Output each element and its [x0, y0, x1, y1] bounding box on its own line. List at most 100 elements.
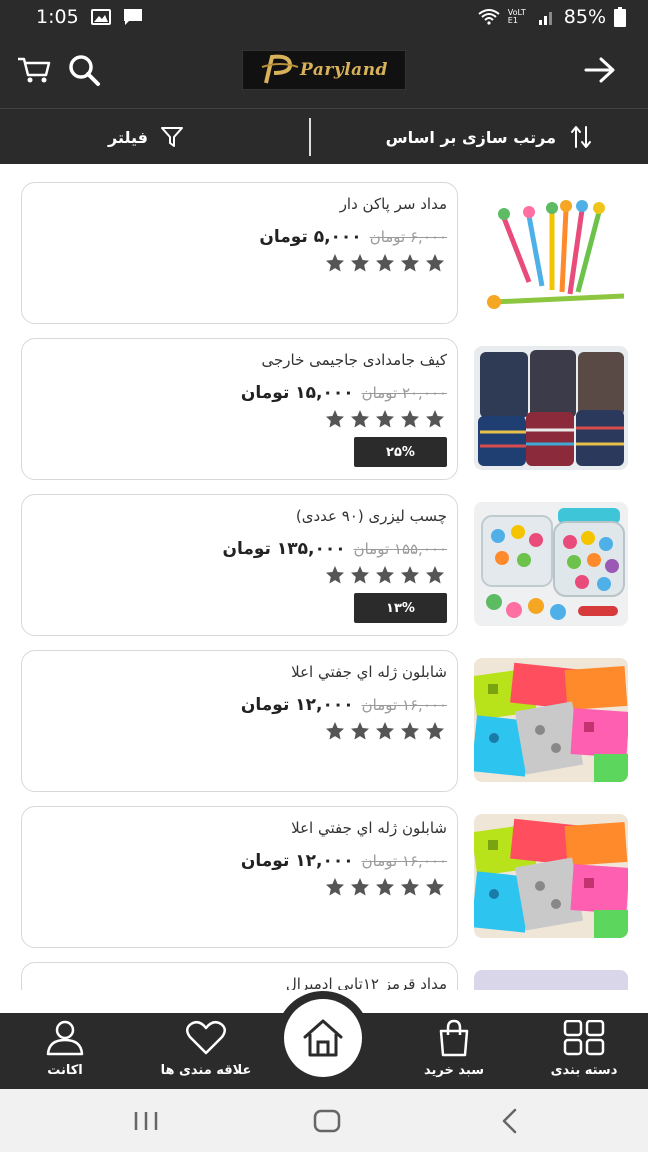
- product-card[interactable]: کیف جامدادی جاجیمی خارجی ۲۰,۰۰۰ تومان ۱۵…: [21, 338, 458, 480]
- star-icon: [351, 566, 369, 584]
- nav-favorites[interactable]: علاقه مندی ها: [141, 1013, 271, 1089]
- product-item[interactable]: چسب لیزری (۹۰ عددی) ۱۵۵,۰۰۰ تومان ۱۳۵,۰۰…: [0, 494, 648, 636]
- product-item[interactable]: مداد قرمز ۱۲تایی ادمیرال: [0, 962, 648, 990]
- logo-text: Paryland: [300, 60, 388, 80]
- status-left: 1:05: [36, 6, 143, 28]
- nav-account[interactable]: اکانت: [0, 1013, 130, 1089]
- price-line: ۲۰,۰۰۰ تومان ۱۵,۰۰۰ تومان: [241, 383, 447, 403]
- battery-level: 85%: [563, 6, 606, 28]
- old-price: ۶,۰۰۰ تومان: [369, 228, 447, 246]
- price: ۱۲,۰۰۰ تومان: [240, 851, 354, 871]
- status-right: VoLTE1 85%: [478, 6, 626, 28]
- price: ۱۵,۰۰۰ تومان: [240, 383, 354, 403]
- product-card[interactable]: شابلون ژله اي جفتي اعلا ۱۶,۰۰۰ تومان ۱۲,…: [21, 806, 458, 948]
- arrow-right-icon: [584, 57, 615, 83]
- sort-icon: [571, 126, 591, 148]
- product-item[interactable]: مداد سر پاکن دار ۶,۰۰۰ تومان ۵,۰۰۰ تومان: [0, 182, 648, 324]
- price-line: ۱۶,۰۰۰ تومان ۱۲,۰۰۰ تومان: [241, 695, 447, 715]
- star-icon: [351, 254, 369, 272]
- message-icon: [123, 8, 143, 26]
- old-price: ۲۰,۰۰۰ تومان: [361, 384, 447, 402]
- price: ۱۲,۰۰۰ تومان: [240, 695, 354, 715]
- star-icon: [426, 722, 444, 740]
- product-card[interactable]: شابلون ژله اي جفتي اعلا ۱۶,۰۰۰ تومان ۱۲,…: [21, 650, 458, 792]
- system-home-button[interactable]: [311, 1107, 343, 1135]
- nav-categories-label: دسته بندی: [550, 1063, 618, 1078]
- star-icon: [351, 410, 369, 428]
- star-icon: [376, 722, 394, 740]
- product-image[interactable]: [474, 346, 628, 470]
- price-line: ۱۶,۰۰۰ تومان ۱۲,۰۰۰ تومان: [241, 851, 447, 871]
- product-image[interactable]: [474, 970, 628, 990]
- product-image[interactable]: [474, 502, 628, 626]
- home-icon: [303, 1019, 343, 1057]
- user-icon: [46, 1020, 84, 1056]
- star-icon: [401, 254, 419, 272]
- star-icon: [426, 878, 444, 896]
- grid-icon: [563, 1020, 605, 1056]
- status-bar: 1:05 VoLTE1 85%: [0, 0, 648, 34]
- star-icon: [401, 722, 419, 740]
- brand-logo[interactable]: Paryland: [242, 50, 406, 90]
- product-card[interactable]: مداد قرمز ۱۲تایی ادمیرال: [21, 962, 458, 990]
- star-icon: [326, 254, 344, 272]
- recents-button[interactable]: [128, 1107, 164, 1135]
- star-icon: [376, 410, 394, 428]
- star-icon: [376, 566, 394, 584]
- back-button[interactable]: [580, 50, 620, 90]
- product-name: مداد قرمز ۱۲تایی ادمیرال: [285, 975, 447, 990]
- nav-favorites-label: علاقه مندی ها: [160, 1063, 252, 1078]
- toolbar-divider: [309, 118, 311, 156]
- old-price: ۱۶,۰۰۰ تومان: [361, 696, 447, 714]
- old-price: ۱۵۵,۰۰۰ تومان: [353, 540, 447, 558]
- product-name: شابلون ژله اي جفتي اعلا: [291, 663, 447, 681]
- home-outline-icon: [313, 1109, 341, 1133]
- product-image[interactable]: [474, 658, 628, 782]
- search-icon: [69, 55, 100, 86]
- star-icon: [326, 410, 344, 428]
- signal-icon: [538, 9, 556, 25]
- product-image[interactable]: [474, 190, 628, 314]
- product-item[interactable]: شابلون ژله اي جفتي اعلا ۱۶,۰۰۰ تومان ۱۲,…: [0, 650, 648, 792]
- product-card[interactable]: مداد سر پاکن دار ۶,۰۰۰ تومان ۵,۰۰۰ تومان: [21, 182, 458, 324]
- recents-icon: [134, 1112, 158, 1130]
- filter-label: فیلتر: [108, 127, 149, 147]
- product-name: مداد سر پاکن دار: [339, 195, 447, 213]
- product-item[interactable]: کیف جامدادی جاجیمی خارجی ۲۰,۰۰۰ تومان ۱۵…: [0, 338, 648, 480]
- nav-home-button[interactable]: [276, 991, 370, 1085]
- cart-icon: [18, 57, 51, 83]
- star-icon: [426, 410, 444, 428]
- bag-icon: [439, 1019, 469, 1057]
- product-image[interactable]: [474, 814, 628, 938]
- battery-icon: [614, 7, 626, 27]
- product-item[interactable]: شابلون ژله اي جفتي اعلا ۱۶,۰۰۰ تومان ۱۲,…: [0, 806, 648, 948]
- nav-cart-label: سبد خرید: [424, 1063, 484, 1078]
- cart-button[interactable]: [14, 50, 54, 90]
- sort-label: مرتب سازی بر اساس: [385, 127, 556, 147]
- star-icon: [326, 566, 344, 584]
- filter-button[interactable]: فیلتر: [108, 109, 184, 165]
- nav-cart[interactable]: سبد خرید: [389, 1013, 519, 1089]
- product-name: شابلون ژله اي جفتي اعلا: [291, 819, 447, 837]
- discount-badge: ۱۳%: [354, 593, 447, 623]
- app-header: Paryland: [0, 34, 648, 108]
- star-icon: [326, 878, 344, 896]
- star-icon: [426, 254, 444, 272]
- old-price: ۱۶,۰۰۰ تومان: [361, 852, 447, 870]
- product-card[interactable]: چسب لیزری (۹۰ عددی) ۱۵۵,۰۰۰ تومان ۱۳۵,۰۰…: [21, 494, 458, 636]
- system-back-button[interactable]: [494, 1107, 524, 1135]
- discount-badge: ۲۵%: [354, 437, 447, 467]
- search-button[interactable]: [64, 50, 104, 90]
- sort-filter-bar: مرتب سازی بر اساس فیلتر: [0, 108, 648, 164]
- wifi-icon: [478, 9, 500, 25]
- status-time: 1:05: [36, 6, 79, 28]
- heart-icon: [186, 1020, 226, 1055]
- price-line: ۶,۰۰۰ تومان ۵,۰۰۰ تومان: [259, 227, 447, 247]
- price-line: ۱۵۵,۰۰۰ تومان ۱۳۵,۰۰۰ تومان: [222, 539, 447, 559]
- sort-button[interactable]: مرتب سازی بر اساس: [386, 109, 592, 165]
- nav-categories[interactable]: دسته بندی: [519, 1013, 648, 1089]
- star-icon: [401, 410, 419, 428]
- network-label: VoLTE1: [507, 8, 526, 25]
- star-icon: [351, 722, 369, 740]
- price: ۵,۰۰۰ تومان: [259, 227, 362, 247]
